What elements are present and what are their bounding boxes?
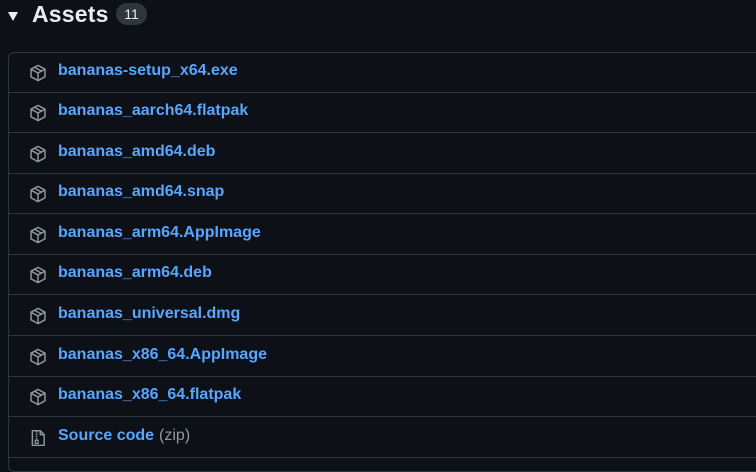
asset-row[interactable]: bananas_x86_64.flatpak bbox=[9, 377, 756, 417]
package-icon bbox=[30, 348, 46, 366]
package-icon bbox=[30, 266, 46, 284]
source-code-link[interactable]: Source code (zip) bbox=[58, 427, 190, 445]
package-icon bbox=[30, 388, 46, 406]
package-icon bbox=[30, 226, 46, 244]
assets-list: bananas-setup_x64.exe bananas_aarch64.fl… bbox=[8, 52, 756, 472]
asset-link[interactable]: bananas_x86_64.AppImage bbox=[58, 346, 267, 364]
source-code-suffix: (zip) bbox=[159, 427, 191, 444]
asset-row[interactable]: bananas_universal.dmg bbox=[9, 296, 756, 336]
file-zip-icon bbox=[31, 429, 45, 447]
asset-link[interactable]: bananas_universal.dmg bbox=[58, 305, 240, 323]
package-icon bbox=[30, 185, 46, 203]
assets-count-badge: 11 bbox=[116, 3, 147, 25]
asset-link[interactable]: bananas-setup_x64.exe bbox=[58, 62, 238, 80]
asset-row[interactable]: bananas-setup_x64.exe bbox=[9, 53, 756, 93]
asset-link[interactable]: bananas_amd64.snap bbox=[58, 183, 224, 201]
source-code-label: Source code bbox=[58, 427, 155, 444]
assets-title: Assets bbox=[32, 1, 109, 27]
asset-link[interactable]: bananas_x86_64.flatpak bbox=[58, 386, 241, 404]
asset-row[interactable]: bananas_aarch64.flatpak bbox=[9, 93, 756, 133]
asset-row[interactable]: bananas_amd64.snap bbox=[9, 174, 756, 214]
asset-link[interactable]: bananas_aarch64.flatpak bbox=[58, 102, 248, 120]
package-icon bbox=[30, 104, 46, 122]
asset-link[interactable]: bananas_amd64.deb bbox=[58, 143, 215, 161]
asset-row[interactable]: bananas_arm64.AppImage bbox=[9, 215, 756, 255]
package-icon bbox=[30, 145, 46, 163]
source-code-row[interactable]: Source code (zip) bbox=[9, 418, 756, 458]
asset-row[interactable]: bananas_x86_64.AppImage bbox=[9, 337, 756, 377]
asset-row[interactable]: bananas_amd64.deb bbox=[9, 134, 756, 174]
asset-link[interactable]: bananas_arm64.deb bbox=[58, 264, 212, 282]
asset-row[interactable]: bananas_arm64.deb bbox=[9, 255, 756, 295]
package-icon bbox=[30, 307, 46, 325]
asset-link[interactable]: bananas_arm64.AppImage bbox=[58, 224, 261, 242]
package-icon bbox=[30, 64, 46, 82]
caret-down-icon[interactable] bbox=[7, 10, 19, 22]
